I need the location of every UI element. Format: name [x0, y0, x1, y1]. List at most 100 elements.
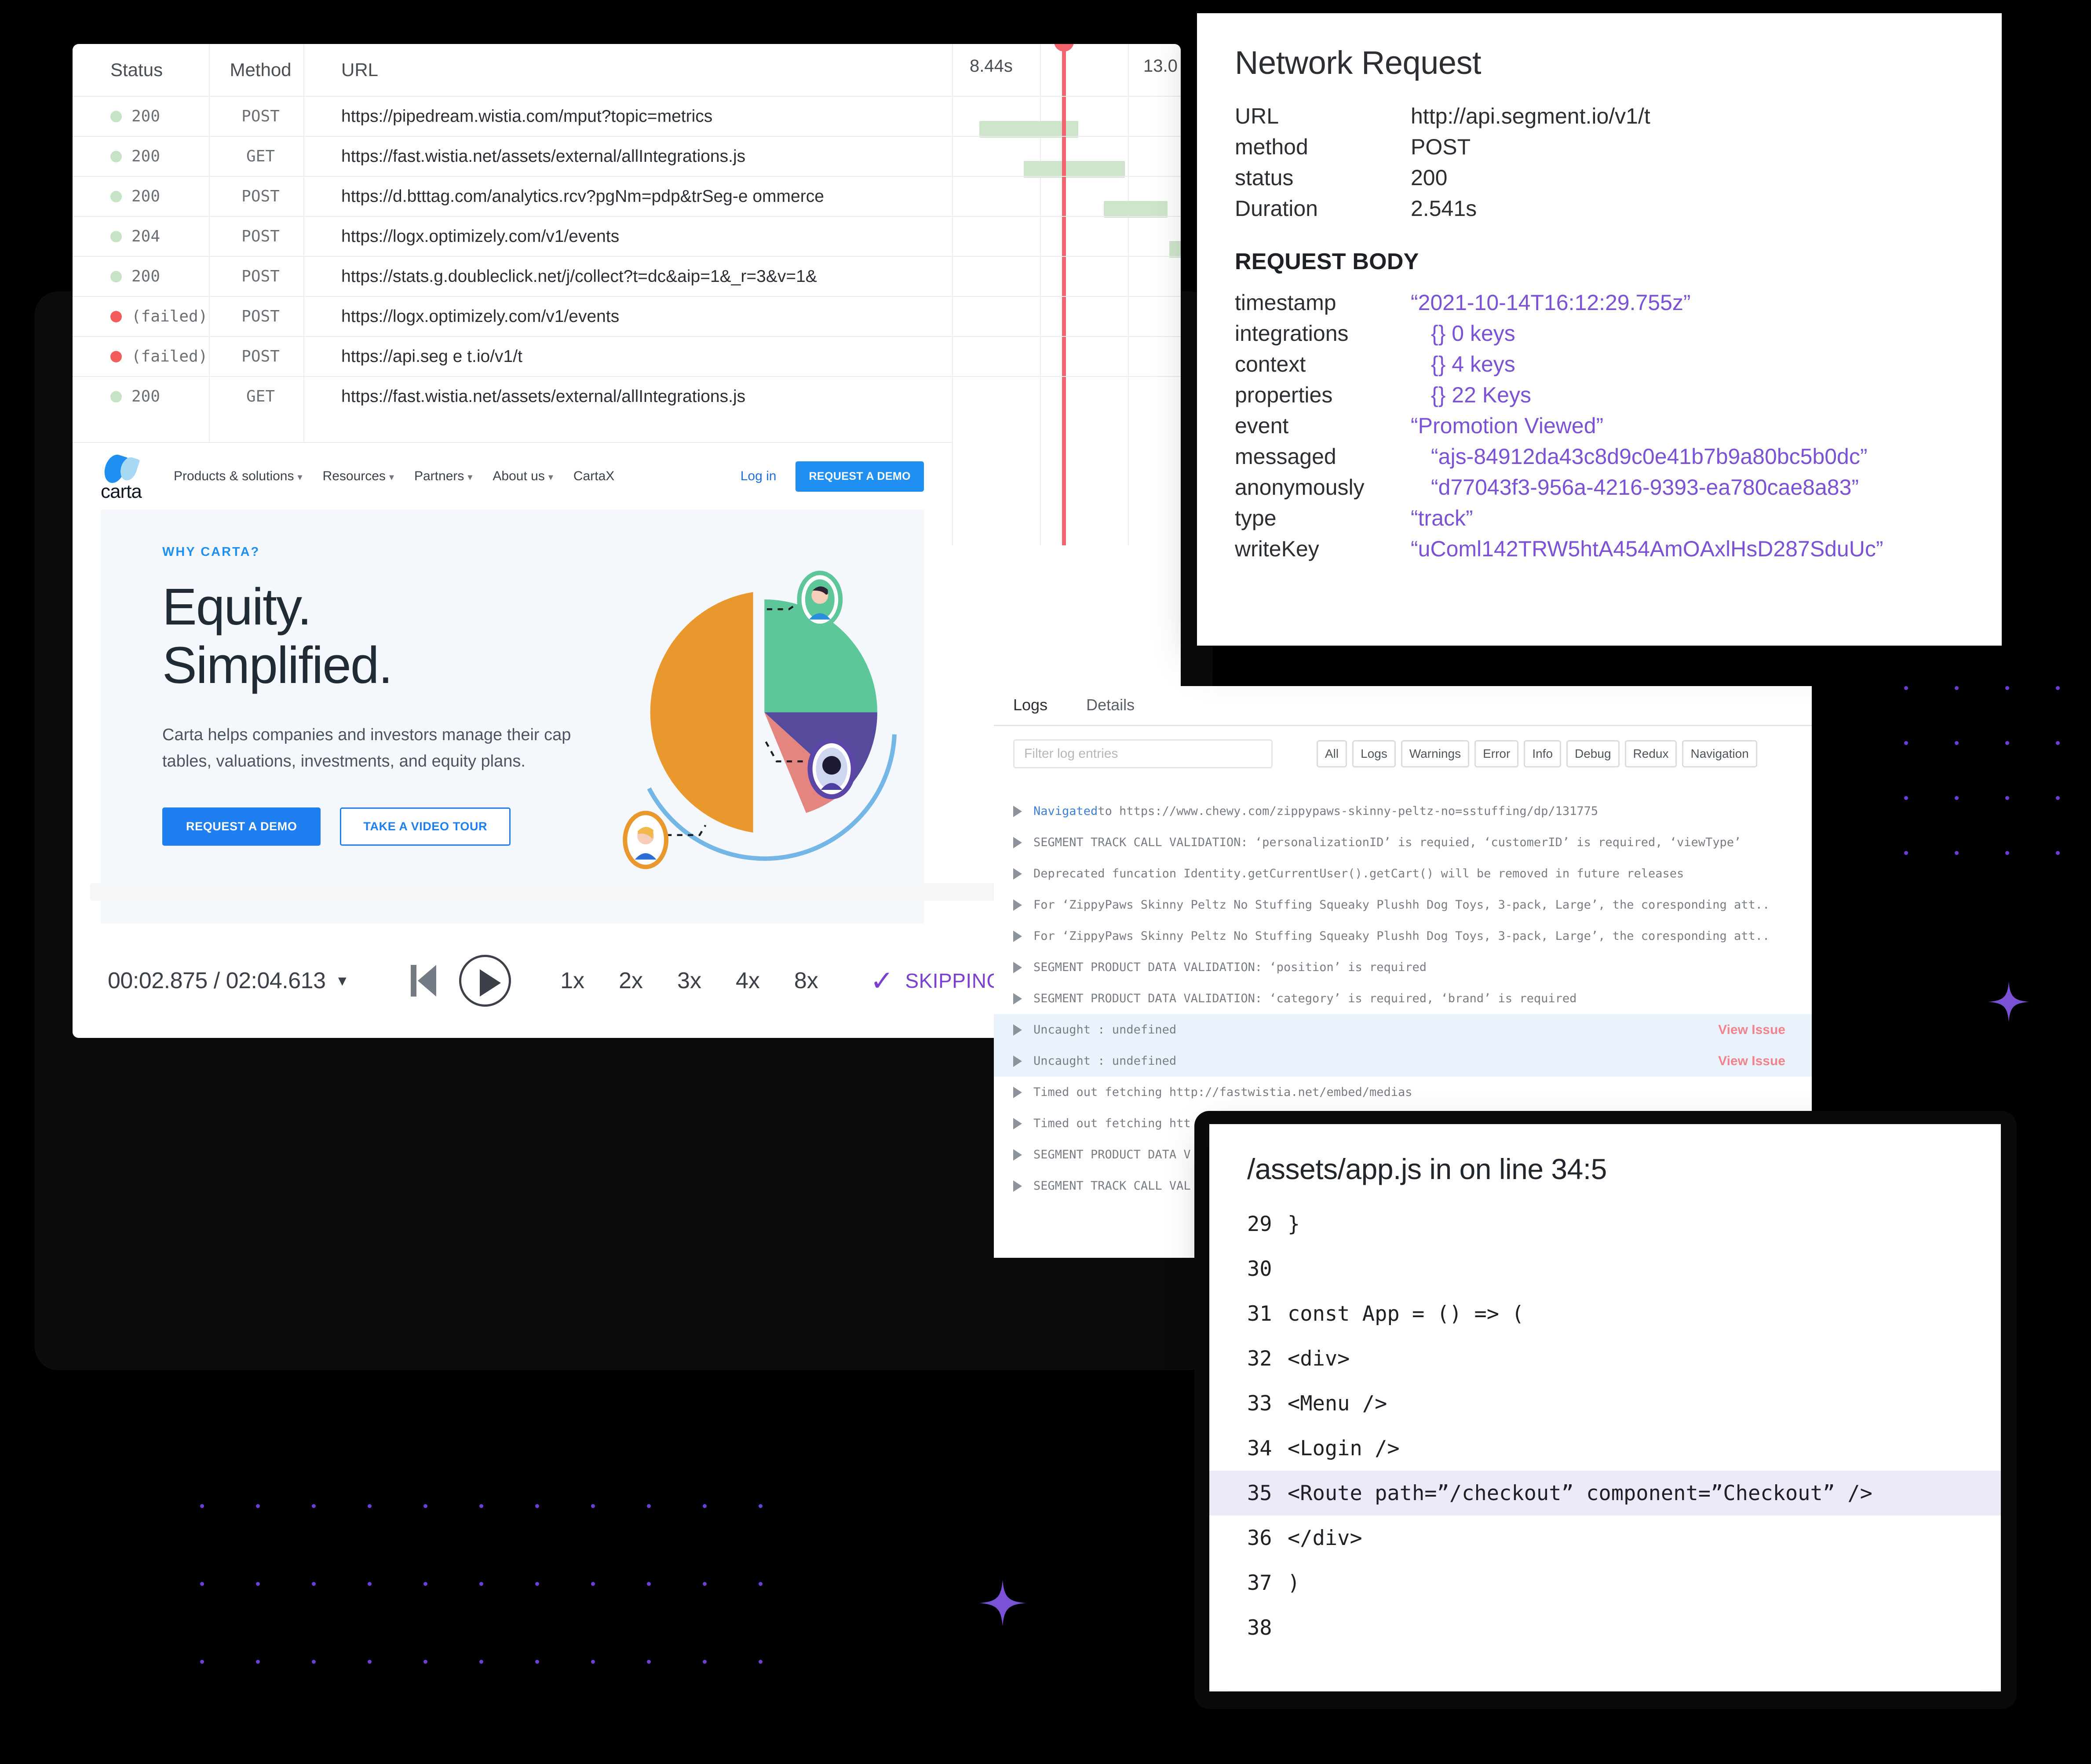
dot-grid-decoration: [1904, 686, 2091, 906]
request-body-key: type: [1235, 506, 1277, 530]
chevron-right-icon[interactable]: [1013, 868, 1022, 880]
table-row[interactable]: 200 POST https://d.btttag.com/analytics.rc…: [73, 176, 1181, 216]
view-issue-link[interactable]: View Issue: [1718, 1054, 1785, 1069]
code-line: 32 <div>: [1209, 1336, 2001, 1381]
carta-login-link[interactable]: Log in: [741, 469, 777, 484]
code-line: 36 </div>: [1209, 1516, 2001, 1560]
speed-option-8x[interactable]: 8x: [794, 968, 818, 994]
list-item[interactable]: Timed out fetching http://fastwistia.net…: [994, 1077, 1812, 1108]
speed-option-1x[interactable]: 1x: [560, 968, 584, 994]
cell-method: POST: [241, 347, 280, 365]
table-row[interactable]: 200 GET https://fast.wistia.net/assets/ext…: [73, 136, 1181, 176]
table-row[interactable]: (failed) POST https://api.seg e t.io/v1/t: [73, 336, 1181, 376]
chevron-right-icon[interactable]: [1013, 1055, 1022, 1067]
table-row[interactable]: 200 POST https://stats.g.doubleclick.net/j…: [73, 256, 1181, 296]
list-item[interactable]: Uncaught : undefined View Issue: [994, 1014, 1812, 1045]
status-text: 200: [131, 107, 161, 125]
request-body-key: anonymously: [1235, 475, 1365, 500]
list-item[interactable]: SEGMENT PRODUCT DATA VALIDATION: ‘catego…: [994, 983, 1812, 1014]
carta-navbar: carta Products & solutions ▾ Resources ▾ Par…: [73, 443, 952, 510]
request-body-row: writeKey “uComl142TRW5htA454AmOAxlHsD287S…: [1197, 533, 2002, 564]
log-filter-chip-navigation[interactable]: Navigation: [1682, 740, 1757, 767]
chevron-right-icon[interactable]: [1013, 1086, 1022, 1098]
carta-hero-request-demo-button[interactable]: REQUEST A DEMO: [162, 807, 321, 846]
status-indicator-icon: [110, 230, 122, 242]
code-line-text: <Menu />: [1288, 1391, 1387, 1416]
request-body-value: “track”: [1411, 506, 1473, 530]
list-item[interactable]: For ‘ZippyPaws Skinny Peltz No Stuffing …: [994, 920, 1812, 952]
network-request-detail-card: Network Request URL http://api.segment.io…: [1197, 13, 2002, 646]
chevron-right-icon[interactable]: [1013, 993, 1022, 1004]
log-filter-chip-error[interactable]: Error: [1474, 740, 1519, 767]
log-filter-input[interactable]: Filter log entries: [1013, 739, 1273, 768]
chevron-right-icon[interactable]: [1013, 1024, 1022, 1036]
chevron-right-icon[interactable]: [1013, 899, 1022, 911]
play-button[interactable]: [459, 955, 511, 1007]
status-indicator-icon: [110, 351, 122, 362]
table-row[interactable]: 200 GET https://fast.wistia.net/assets/ext…: [73, 376, 1181, 416]
view-issue-link[interactable]: View Issue: [1718, 1023, 1785, 1037]
carta-logo[interactable]: carta: [101, 452, 153, 502]
log-entry-text: SEGMENT TRACK CALL VAL: [1033, 1179, 1191, 1193]
log-filter-chip-redux[interactable]: Redux: [1624, 740, 1677, 767]
chevron-right-icon[interactable]: [1013, 805, 1022, 817]
chevron-down-icon[interactable]: ▼: [336, 973, 350, 989]
list-item[interactable]: Deprecated funcation Identity.getCurrent…: [994, 858, 1812, 889]
request-meta-key: status: [1235, 165, 1294, 190]
chevron-down-icon: ▾: [389, 471, 394, 482]
network-request-card-title: Network Request: [1235, 44, 1482, 81]
carta-nav-item-3[interactable]: About us ▾: [493, 469, 553, 484]
table-row[interactable]: 200 POST https://pipedream.wistia.com/mput…: [73, 96, 1181, 136]
speed-option-3x[interactable]: 3x: [677, 968, 701, 994]
cell-url: https://fast.wistia.net/assets/external/…: [341, 387, 746, 406]
list-item[interactable]: SEGMENT PRODUCT DATA VALIDATION: ‘positi…: [994, 952, 1812, 983]
carta-hero-video-tour-button[interactable]: TAKE A VIDEO TOUR: [340, 807, 511, 846]
table-row[interactable]: 204 POST https://logx.optimizely.com/v1/ev…: [73, 216, 1181, 256]
sparkle-icon: [978, 1579, 1027, 1627]
list-item[interactable]: Uncaught : undefined View Issue: [994, 1045, 1812, 1077]
speed-option-4x[interactable]: 4x: [736, 968, 760, 994]
chevron-right-icon[interactable]: [1013, 1180, 1022, 1192]
chevron-right-icon[interactable]: [1013, 836, 1022, 848]
skip-previous-icon[interactable]: [411, 965, 437, 997]
carta-nav-item-0[interactable]: Products & solutions ▾: [174, 469, 303, 484]
carta-hero-heading: Equity. Simplified.: [162, 578, 620, 695]
tab-logs[interactable]: Logs: [1013, 696, 1047, 725]
status-text: 200: [131, 187, 161, 205]
status-text: (failed): [131, 347, 208, 365]
carta-nav-item-2[interactable]: Partners ▾: [414, 469, 472, 484]
request-meta-row: Duration 2.541s: [1197, 193, 2002, 224]
network-request-meta-list: URL http://api.segment.io/v1/t method POST s…: [1197, 101, 2002, 224]
chevron-right-icon[interactable]: [1013, 961, 1022, 973]
log-filter-chip-debug[interactable]: Debug: [1566, 740, 1620, 767]
log-filter-chip-all[interactable]: All: [1317, 740, 1347, 767]
chevron-down-icon: ▾: [548, 471, 553, 482]
chevron-right-icon[interactable]: [1013, 1149, 1022, 1161]
code-line-number: 38: [1247, 1615, 1272, 1640]
code-line-text: }: [1288, 1212, 1300, 1236]
log-filter-chip-info[interactable]: Info: [1524, 740, 1562, 767]
cell-status: 200: [73, 107, 213, 125]
carta-nav-item-4[interactable]: CartaX: [573, 469, 614, 484]
code-line: 31 const App = () => (: [1209, 1291, 2001, 1336]
chevron-right-icon[interactable]: [1013, 1118, 1022, 1129]
chevron-right-icon[interactable]: [1013, 930, 1022, 942]
carta-nav-item-1[interactable]: Resources ▾: [323, 469, 394, 484]
list-item[interactable]: SEGMENT TRACK CALL VALIDATION: ‘personal…: [994, 827, 1812, 858]
log-filter-chip-warnings[interactable]: Warnings: [1401, 740, 1470, 767]
list-item[interactable]: Navigated to https://www.chewy.com/zippy…: [994, 796, 1812, 827]
speed-option-2x[interactable]: 2x: [619, 968, 643, 994]
log-filter-chip-logs[interactable]: Logs: [1352, 740, 1396, 767]
carta-request-demo-button[interactable]: REQUEST A DEMO: [796, 461, 924, 492]
tab-details[interactable]: Details: [1086, 696, 1135, 725]
code-line-number: 35: [1247, 1481, 1272, 1505]
list-item[interactable]: For ‘ZippyPaws Skinny Peltz No Stuffing …: [994, 889, 1812, 920]
cell-status: 200: [73, 147, 213, 165]
log-entry-text: to https://www.chewy.com/zippypaws-skinn…: [1098, 804, 1598, 818]
table-row[interactable]: (failed) POST https://logx.optimizely.com/…: [73, 296, 1181, 336]
network-table-header: Status Method URL: [73, 44, 1181, 96]
cell-method: POST: [241, 307, 280, 325]
avatar-orange: [623, 811, 669, 869]
chevron-down-icon: ▾: [467, 471, 473, 482]
playback-speed-options: 1x 2x 3x 4x 8x: [560, 968, 818, 994]
